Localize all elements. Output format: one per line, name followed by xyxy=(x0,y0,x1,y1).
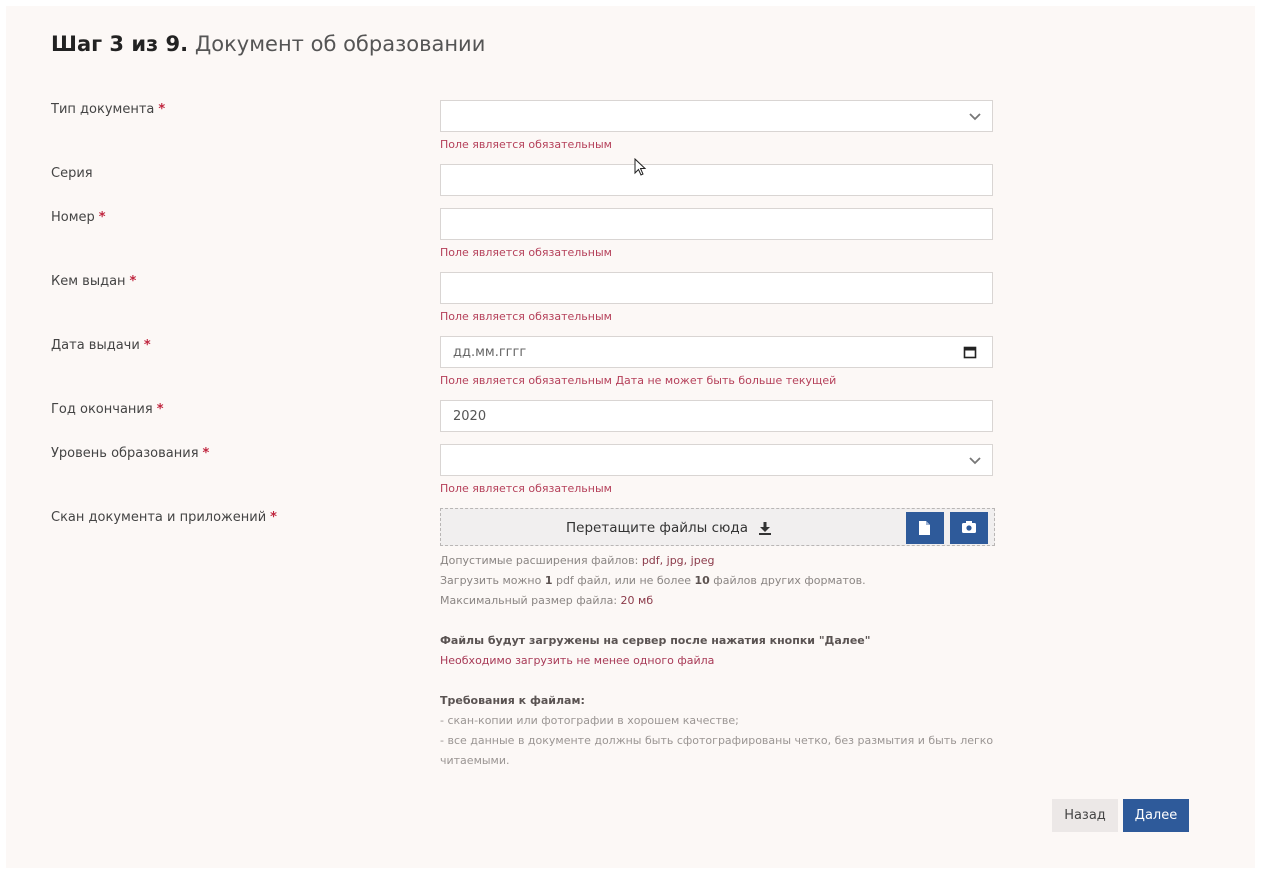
issue-date-input[interactable]: дд.мм.гггг xyxy=(440,336,993,368)
required-mark: * xyxy=(270,510,277,525)
required-mark: * xyxy=(158,102,166,117)
number-input[interactable] xyxy=(440,208,993,240)
doc-type-select[interactable] xyxy=(440,100,993,132)
size-value: 20 мб xyxy=(620,594,654,607)
size-prefix: Максимальный размер файла: xyxy=(440,594,618,607)
chevron-down-icon xyxy=(969,457,981,465)
server-upload-note: Файлы будут загружены на сервер после на… xyxy=(440,634,871,647)
requirement-2: - все данные в документе должны быть сфо… xyxy=(440,734,994,747)
required-mark: * xyxy=(98,210,106,225)
calendar-icon[interactable] xyxy=(963,345,977,359)
allowed-extensions: Допустимые расширения файлов: pdf, jpg, … xyxy=(440,554,714,567)
cursor-icon xyxy=(634,158,647,176)
camera-icon xyxy=(962,521,976,533)
required-mark: * xyxy=(129,274,137,289)
step-indicator: Шаг 3 из 9. xyxy=(51,32,189,56)
limit-a: Загрузить можно xyxy=(440,574,542,587)
min-file-error: Необходимо загрузить не менее одного фай… xyxy=(440,654,715,667)
grad-year-label-text: Год окончания xyxy=(51,402,153,417)
series-label: Серия xyxy=(51,166,93,181)
edu-level-select[interactable] xyxy=(440,444,993,476)
scan-label: Скан документа и приложений * xyxy=(51,510,277,525)
chevron-down-icon xyxy=(969,113,981,121)
back-button[interactable]: Назад xyxy=(1052,799,1118,832)
file-drop-zone[interactable]: Перетащите файлы сюда xyxy=(440,508,995,546)
limit-c: файлов других форматов. xyxy=(713,574,866,587)
edu-level-label: Уровень образования * xyxy=(51,446,209,461)
max-size: Максимальный размер файла: 20 мб xyxy=(440,594,653,607)
issue-date-placeholder: дд.мм.гггг xyxy=(453,345,527,360)
drop-zone-label: Перетащите файлы сюда xyxy=(566,520,748,536)
number-error: Поле является обязательным xyxy=(440,246,612,259)
requirements-title: Требования к файлам: xyxy=(440,694,585,707)
scan-label-text: Скан документа и приложений xyxy=(51,510,267,525)
grad-year-label: Год окончания * xyxy=(51,402,164,417)
issue-date-label: Дата выдачи * xyxy=(51,338,151,353)
required-mark: * xyxy=(143,338,151,353)
required-mark: * xyxy=(202,446,210,461)
download-icon xyxy=(759,522,771,535)
doc-type-label-text: Тип документа xyxy=(51,102,155,117)
grad-year-input[interactable]: 2020 xyxy=(440,400,993,432)
select-file-button[interactable] xyxy=(906,512,944,544)
limit-pdf-count: 1 xyxy=(544,574,553,587)
take-photo-button[interactable] xyxy=(950,512,988,544)
ext-value: pdf, jpg, jpeg xyxy=(641,554,715,567)
limit-b: pdf файл, или не более xyxy=(555,574,691,587)
file-icon xyxy=(919,521,930,535)
grad-year-value: 2020 xyxy=(453,409,487,424)
upload-limit: Загрузить можно 1 pdf файл, или не более… xyxy=(440,574,866,587)
step-title: Документ об образовании xyxy=(194,32,486,56)
next-button[interactable]: Далее xyxy=(1123,799,1189,832)
issued-by-error: Поле является обязательным xyxy=(440,310,612,323)
requirement-2-cont: читаемыми. xyxy=(440,754,510,767)
edu-level-label-text: Уровень образования xyxy=(51,446,199,461)
issue-date-label-text: Дата выдачи xyxy=(51,338,140,353)
series-label-text: Серия xyxy=(51,166,93,181)
limit-other-count: 10 xyxy=(694,574,710,587)
ext-prefix: Допустимые расширения файлов: xyxy=(440,554,639,567)
series-input[interactable] xyxy=(440,164,993,196)
doc-type-error: Поле является обязательным xyxy=(440,138,612,151)
issued-by-input[interactable] xyxy=(440,272,993,304)
doc-type-label: Тип документа * xyxy=(51,102,165,117)
required-mark: * xyxy=(156,402,164,417)
number-label-text: Номер xyxy=(51,210,95,225)
requirement-1: - скан-копии или фотографии в хорошем ка… xyxy=(440,714,739,727)
edu-level-error: Поле является обязательным xyxy=(440,482,612,495)
issued-by-label-text: Кем выдан xyxy=(51,274,126,289)
issued-by-label: Кем выдан * xyxy=(51,274,136,289)
page-title: Шаг 3 из 9. Документ об образовании xyxy=(51,32,485,56)
issue-date-error: Поле является обязательным Дата не может… xyxy=(440,374,837,387)
number-label: Номер * xyxy=(51,210,106,225)
